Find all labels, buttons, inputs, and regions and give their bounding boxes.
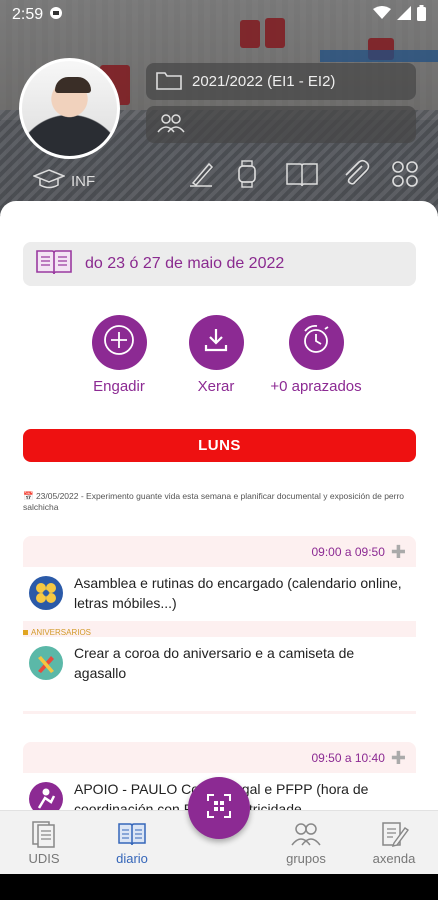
add-button[interactable]: Engadir: [64, 315, 174, 395]
groups-icon: [290, 821, 322, 850]
user-avatar[interactable]: [19, 58, 120, 159]
battery-icon: [417, 4, 426, 26]
entry-text: Asamblea e rutinas do encargado (calenda…: [74, 575, 402, 611]
day-header[interactable]: LUNS: [23, 429, 416, 462]
clock-refresh-icon: [299, 323, 333, 362]
clip-icon[interactable]: [338, 157, 372, 191]
add-icon: [102, 323, 136, 362]
nav-diario[interactable]: diario: [92, 819, 172, 866]
assembly-icon: [29, 576, 63, 610]
agenda-edit-icon: [379, 819, 409, 852]
book-open-icon: [35, 248, 73, 281]
actions-row: Engadir Xerar +0 aprazados: [0, 315, 438, 395]
week-selector[interactable]: do 23 ó 27 de maio de 2022: [23, 242, 416, 286]
slot-time-row: 09:50 a 10:40 ✚: [23, 742, 416, 773]
postponed-button[interactable]: +0 aprazados: [261, 315, 371, 395]
nav-axenda[interactable]: axenda: [354, 819, 434, 866]
add-entry-icon[interactable]: ✚: [391, 543, 406, 561]
time-slot: 09:00 a 09:50 ✚ Asamblea e rutinas do en…: [23, 536, 416, 714]
folder-icon: [156, 70, 192, 94]
diary-entry[interactable]: Crear a coroa do aniversario e a camiset…: [23, 637, 416, 714]
day-note: 📅 23/05/2022 - Experimento guante vida e…: [23, 491, 405, 512]
nav-grupos[interactable]: grupos: [266, 819, 346, 866]
status-time: 2:59: [12, 6, 44, 23]
tag-marker-icon: [23, 630, 28, 635]
pen-icon[interactable]: [183, 157, 217, 191]
level-indicator: INF: [27, 168, 95, 194]
grid-icon[interactable]: [388, 157, 422, 191]
nav-udis[interactable]: UDIS: [4, 819, 84, 866]
level-label: INF: [71, 172, 96, 190]
graduation-cap-icon: [31, 168, 67, 194]
scan-button[interactable]: [188, 777, 250, 839]
entry-tag-label: ANIVERSARIOS: [31, 628, 92, 637]
nav-axenda-label: axenda: [372, 851, 416, 866]
status-bar: 2:59: [0, 0, 438, 30]
nav-udis-label: UDIS: [28, 851, 60, 866]
course-label: 2021/2022 (EI1 - EI2): [192, 73, 336, 90]
crayons-icon: [29, 646, 63, 680]
notification-icon: [49, 6, 63, 25]
diary-book-icon: [117, 821, 147, 850]
course-selector[interactable]: 2021/2022 (EI1 - EI2): [146, 63, 416, 100]
groups-selector[interactable]: [146, 106, 416, 143]
support-icon: [29, 782, 63, 810]
nav-grupos-label: grupos: [286, 851, 326, 866]
diary-entry[interactable]: Asamblea e rutinas do encargado (calenda…: [23, 567, 416, 624]
slot-time-row: 09:00 a 09:50 ✚: [23, 536, 416, 567]
slot-time: 09:00 a 09:50: [311, 544, 385, 559]
entry-text: Crear a coroa do aniversario e a camiset…: [74, 645, 355, 681]
documents-icon: [29, 819, 59, 852]
system-navigation-bar: [0, 874, 438, 900]
slot-time: 09:50 a 10:40: [311, 750, 385, 765]
watch-icon[interactable]: [230, 157, 264, 191]
generate-button[interactable]: Xerar: [161, 315, 271, 395]
day-label: LUNS: [198, 437, 241, 454]
diary-card: do 23 ó 27 de maio de 2022 Engadir Xerar: [0, 201, 438, 810]
add-label: Engadir: [93, 378, 145, 395]
signal-icon: [397, 5, 411, 25]
nav-diario-label: diario: [116, 851, 148, 866]
qr-scan-icon: [206, 793, 232, 824]
postponed-label: +0 aprazados: [270, 378, 362, 395]
download-icon: [202, 326, 230, 359]
book-icon[interactable]: [285, 157, 319, 191]
generate-label: Xerar: [197, 378, 235, 395]
wifi-icon: [373, 5, 391, 25]
group-icon: [156, 112, 196, 138]
entry-tag: ANIVERSARIOS: [23, 624, 416, 637]
add-entry-icon[interactable]: ✚: [391, 749, 406, 767]
week-label: do 23 ó 27 de maio de 2022: [85, 255, 285, 272]
